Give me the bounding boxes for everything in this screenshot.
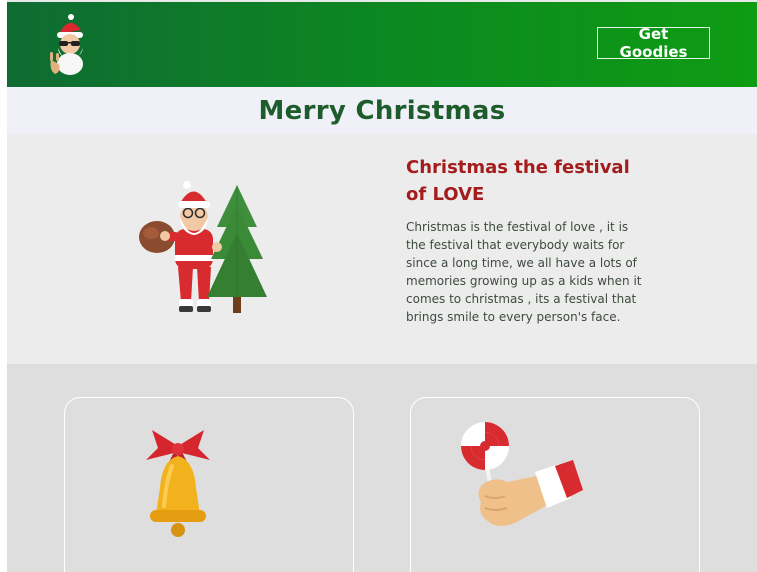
santa-with-tree-icon xyxy=(139,181,267,313)
card-lollipop[interactable] xyxy=(410,397,700,572)
bell-icon xyxy=(146,430,210,537)
get-goodies-button[interactable]: Get Goodies xyxy=(597,25,710,61)
lollipop-hand-icon xyxy=(461,422,583,526)
page: Get Goodies Merry Christmas Christmas th… xyxy=(7,0,757,572)
hero-title: Christmas the festival of LOVE xyxy=(406,157,630,205)
hero-section: Christmas the festival of LOVE Christmas… xyxy=(7,134,757,364)
card-bell[interactable] xyxy=(64,397,354,572)
page-title: Merry Christmas xyxy=(258,95,506,126)
cards-section xyxy=(7,364,757,572)
santa-logo-icon[interactable] xyxy=(45,12,95,78)
hero-description: Christmas is the festival of love , it i… xyxy=(406,220,642,324)
navbar: Get Goodies xyxy=(7,2,757,87)
banner: Merry Christmas xyxy=(7,87,757,134)
